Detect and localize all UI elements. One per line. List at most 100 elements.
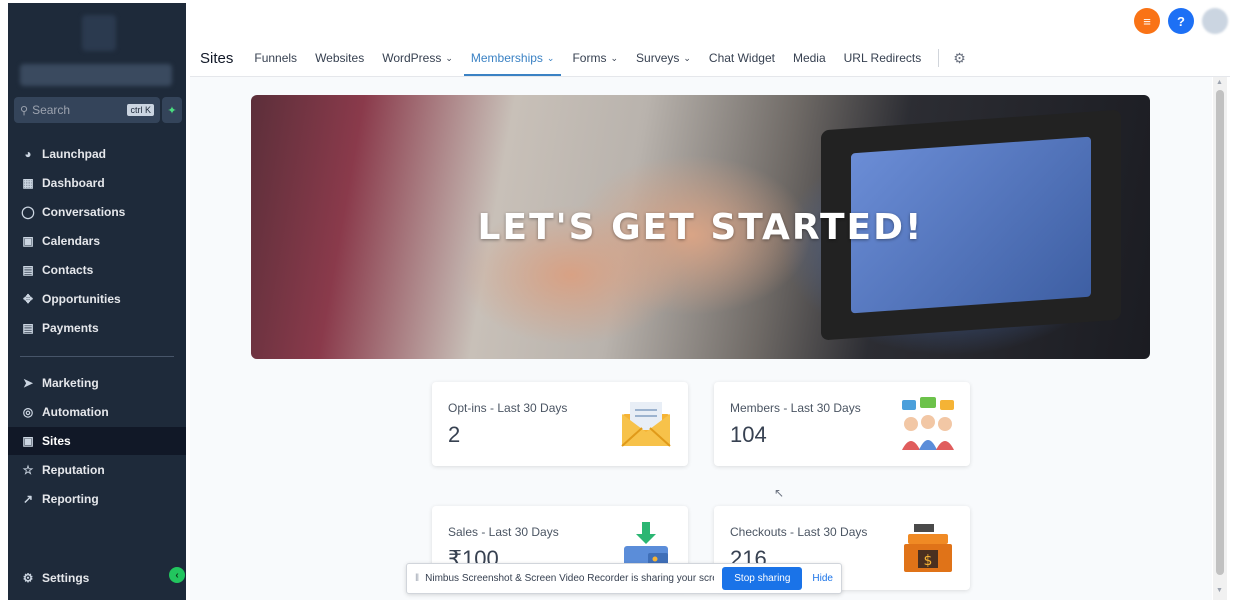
sidebar-item-label: Opportunities (42, 292, 121, 306)
scroll-down-icon[interactable]: ▼ (1216, 587, 1223, 594)
sidebar-item-label: Reporting (42, 492, 99, 506)
gear-icon: ⚙ (953, 49, 966, 66)
tab-surveys[interactable]: Surveys ⌄ (627, 42, 700, 74)
stat-card-label: Opt-ins - Last 30 Days (448, 401, 568, 415)
tab-label: URL Redirects (843, 51, 922, 65)
chevron-down-icon: ⌄ (610, 52, 619, 63)
avatar[interactable] (1202, 8, 1228, 34)
sidebar-item-reporting[interactable]: ↗ Reporting (8, 485, 186, 513)
tab-media[interactable]: Media (784, 42, 835, 74)
stat-card-value: 104 (730, 422, 767, 447)
share-status-text: Nimbus Screenshot & Screen Video Recorde… (425, 573, 715, 584)
tab-forms[interactable]: Forms ⌄ (563, 42, 627, 74)
sidebar-item-payments[interactable]: ▤ Payments (8, 314, 186, 342)
mouse-cursor-icon: ↖ (774, 486, 785, 500)
page-title: Sites (200, 49, 234, 67)
sidebar-divider (20, 356, 174, 357)
quick-action-button[interactable]: ✦ (162, 97, 182, 123)
sidebar-collapse-button[interactable]: ‹ (169, 567, 185, 583)
sidebar-item-conversations[interactable]: ◯ Conversations (8, 198, 186, 226)
stop-sharing-button[interactable]: Stop sharing (722, 567, 803, 590)
sites-settings-button[interactable]: ⚙ (947, 42, 972, 74)
account-switcher[interactable] (20, 64, 172, 86)
star-icon: ☆ (22, 463, 34, 477)
scroll-thumb[interactable] (1216, 90, 1224, 575)
send-icon: ➤ (22, 376, 34, 390)
tab-label: Media (792, 51, 826, 65)
calendar-icon: ▣ (22, 234, 34, 248)
tab-divider (938, 49, 940, 67)
sidebar-item-label: Conversations (42, 205, 126, 219)
stat-card-optins: Opt-ins - Last 30 Days 2 (432, 382, 688, 466)
tab-label: WordPress (382, 51, 442, 65)
sidebar-item-launchpad[interactable]: ◕ Launchpad (8, 140, 186, 168)
chat-icon: ◯ (21, 205, 35, 219)
sidebar-item-settings[interactable]: ⚙ Settings (8, 564, 186, 592)
list-button[interactable]: ≡ (1134, 8, 1160, 34)
stat-card-label: Sales - Last 30 Days (448, 525, 559, 539)
sidebar-item-contacts[interactable]: ▤ Contacts (8, 256, 186, 284)
sidebar-item-label: Automation (42, 405, 109, 419)
sidebar-item-reputation[interactable]: ☆ Reputation (8, 456, 186, 484)
sidebar-item-label: Launchpad (42, 147, 107, 161)
search-shortcut: ctrl K (127, 104, 154, 116)
tab-funnels[interactable]: Funnels (245, 42, 306, 74)
search-icon: ⚲ (20, 104, 29, 117)
members-icon (902, 397, 954, 450)
list-icon: ≡ (1143, 13, 1151, 29)
chevron-down-icon: ⌄ (445, 52, 453, 63)
sidebar: ⚲ Search ctrl K ✦ ◕ Launchpad ▦ Dashboar… (8, 3, 186, 600)
tab-label: Forms (572, 51, 607, 65)
search-input[interactable]: ⚲ Search ctrl K (14, 97, 160, 123)
tab-websites[interactable]: Websites (306, 42, 373, 74)
contacts-icon: ▤ (22, 263, 34, 277)
drag-handle-icon[interactable]: ‖ (415, 573, 419, 584)
svg-text:$: $ (924, 553, 933, 569)
tab-label: Surveys (636, 51, 680, 65)
automation-icon: ◎ (22, 405, 34, 419)
stat-card-label: Checkouts - Last 30 Days (730, 525, 868, 539)
sidebar-item-label: Payments (42, 321, 99, 335)
sidebar-item-label: Dashboard (42, 176, 105, 190)
sidebar-item-calendars[interactable]: ▣ Calendars (8, 227, 186, 255)
hide-button[interactable]: Hide (812, 573, 833, 584)
stat-card-members: Members - Last 30 Days 104 (714, 382, 970, 466)
help-button[interactable]: ? (1168, 8, 1194, 34)
hero-banner: LET'S GET STARTED! (251, 95, 1150, 359)
tab-label: Chat Widget (708, 51, 775, 65)
hero-title: LET'S GET STARTED! (477, 207, 924, 248)
pipeline-icon: ✥ (22, 292, 34, 306)
sidebar-item-label: Sites (42, 434, 71, 448)
sidebar-item-sites[interactable]: ▣ Sites (8, 427, 186, 455)
sidebar-item-label: Calendars (42, 234, 101, 248)
sites-tab-bar: Sites Funnels Websites WordPress ⌄ Member… (200, 42, 972, 76)
stat-card-label: Members - Last 30 Days (730, 401, 861, 415)
gear-icon: ⚙ (22, 571, 34, 585)
sites-icon: ▣ (22, 434, 34, 448)
screen-share-bar: ‖ Nimbus Screenshot & Screen Video Recor… (406, 563, 842, 594)
sidebar-item-label: Reputation (42, 463, 105, 477)
sidebar-item-dashboard[interactable]: ▦ Dashboard (8, 169, 186, 197)
scroll-up-icon[interactable]: ▲ (1216, 79, 1223, 86)
sidebar-item-label: Marketing (42, 376, 99, 390)
sidebar-item-opportunities[interactable]: ✥ Opportunities (8, 285, 186, 313)
chart-icon: ↗ (22, 492, 34, 506)
receipt-icon: ▤ (22, 321, 34, 335)
sidebar-item-label: Settings (42, 571, 90, 585)
main-scrollbar[interactable]: ▲ ▼ (1213, 77, 1227, 600)
help-icon: ? (1177, 13, 1185, 29)
topbar-actions: ≡ ? (1134, 8, 1228, 34)
sidebar-item-automation[interactable]: ◎ Automation (8, 398, 186, 426)
tab-memberships[interactable]: Memberships ⌄ (462, 42, 564, 76)
tab-chat-widget[interactable]: Chat Widget (700, 42, 784, 74)
rocket-icon: ◕ (24, 147, 32, 161)
bolt-icon: ✦ (167, 104, 177, 117)
search-placeholder: Search (32, 103, 71, 117)
sidebar-item-label: Contacts (42, 263, 94, 277)
sidebar-item-marketing[interactable]: ➤ Marketing (8, 369, 186, 397)
company-logo[interactable] (82, 15, 116, 51)
tab-label: Funnels (254, 51, 298, 65)
tab-url-redirects[interactable]: URL Redirects (835, 42, 931, 74)
grid-icon: ▦ (22, 176, 34, 190)
tab-wordpress[interactable]: WordPress ⌄ (373, 42, 462, 74)
